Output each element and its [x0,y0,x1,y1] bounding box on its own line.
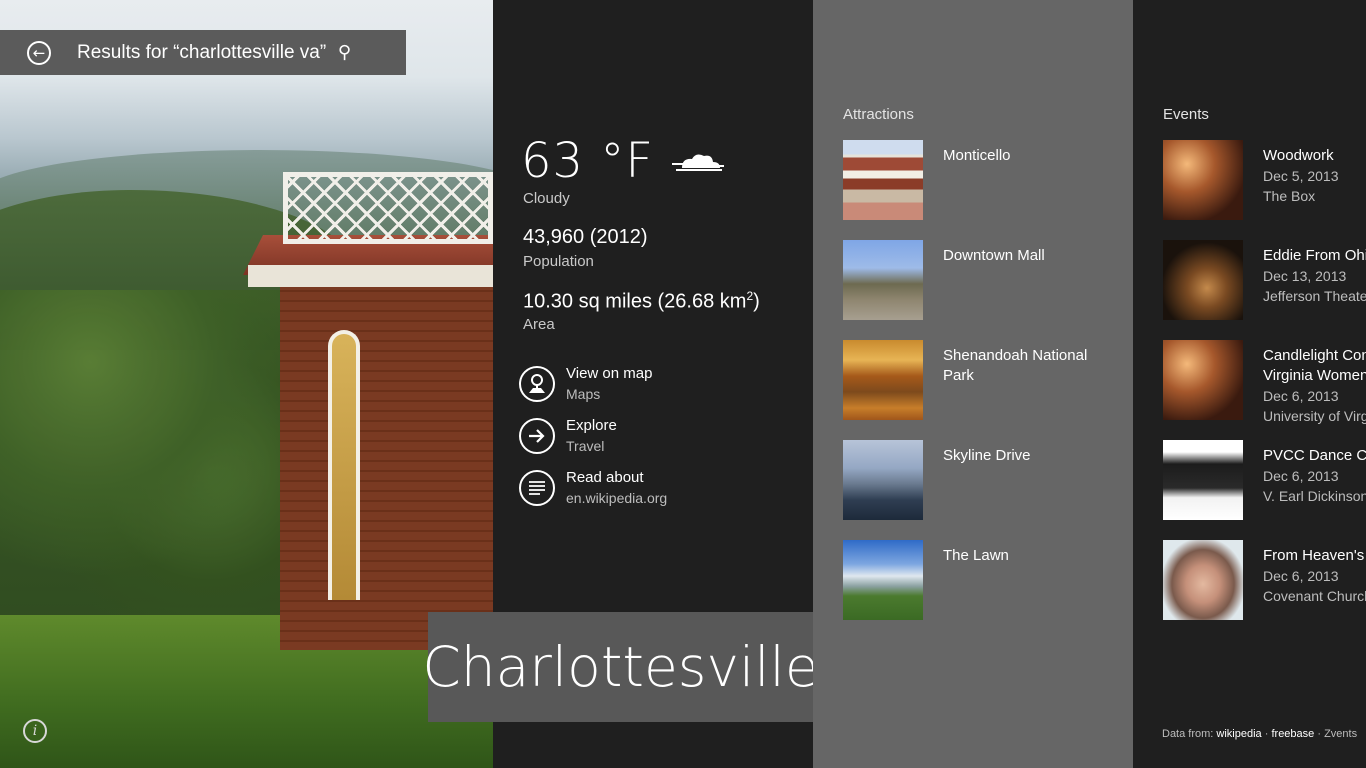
explore-subtitle: Travel [566,438,605,454]
event-date: Dec 13, 2013 [1263,268,1347,284]
attraction-name: The Lawn [943,547,1009,564]
downtown-mall-thumbnail [843,240,923,320]
event-venue: Covenant Church [1263,588,1366,604]
event-date: Dec 5, 2013 [1263,168,1339,184]
weather-condition: Cloudy [523,190,570,207]
city-name: Charlottesville [422,612,819,722]
population-label: Population [523,253,594,270]
event-thumbnail [1163,540,1243,620]
arched-window [328,330,360,600]
attraction-item-monticello[interactable]: Monticello [843,140,1133,222]
zvents-link[interactable]: Zvents [1324,728,1357,740]
monticello-thumbnail [843,140,923,220]
document-lines-icon [519,470,555,506]
area-label: Area [523,316,555,333]
view-on-map-subtitle: Maps [566,386,601,402]
wikipedia-link[interactable]: wikipedia [1216,728,1261,740]
view-on-map-button[interactable]: View on map Maps [519,364,652,404]
data-source-footer: Data from: wikipedia · freebase · Zvents [1162,728,1357,740]
footer-separator: · [1317,728,1322,740]
event-venue: University of Virginia [1263,408,1366,424]
population-value: 43,960 (2012) [523,226,648,248]
back-arrow-icon[interactable]: ← [27,40,51,65]
event-title: Eddie From Ohio [1263,247,1366,264]
hero-image [0,0,493,768]
event-date: Dec 6, 2013 [1263,568,1339,584]
attraction-item-downtown-mall[interactable]: Downtown Mall [843,240,1133,322]
temperature: 63 °F [521,133,654,189]
event-venue: The Box [1263,188,1316,204]
read-about-subtitle: en.wikipedia.org [566,490,668,506]
explore-title: Explore [566,417,617,434]
event-title: PVCC Dance Concert [1263,447,1366,464]
event-date: Dec 6, 2013 [1263,388,1339,404]
event-title: Candlelight Concert [1263,347,1366,364]
area-value-text: 10.30 sq miles (26.68 km [523,290,747,313]
footer-separator: · [1264,728,1269,740]
attraction-item-skyline-drive[interactable]: Skyline Drive [843,440,1133,522]
attraction-name: Monticello [943,147,1011,164]
event-venue: V. Earl Dickinson [1263,488,1366,504]
event-item[interactable]: Eddie From Ohio Dec 13, 2013 Jefferson T… [1163,240,1366,322]
event-title: From Heaven's T [1263,547,1366,564]
chinese-railing [283,172,493,244]
skyline-drive-thumbnail [843,440,923,520]
event-thumbnail [1163,240,1243,320]
event-item[interactable]: Candlelight Concert Virginia Women Dec 6… [1163,340,1366,424]
event-title: Woodwork [1263,147,1334,164]
attractions-section: Attractions Monticello Downtown Mall She… [813,0,1133,768]
map-pin-icon [519,366,555,402]
the-lawn-thumbnail [843,540,923,620]
search-results-bar: ← Results for “charlottesville va” ⚲ [0,30,406,75]
cloud-icon [672,154,724,171]
events-section: Events Woodwork Dec 5, 2013 The Box Eddi… [1133,0,1366,768]
attraction-item-shenandoah[interactable]: Shenandoah National Park [843,340,1133,422]
event-item[interactable]: Woodwork Dec 5, 2013 The Box [1163,140,1366,222]
footer-prefix: Data from: [1162,728,1214,740]
attractions-heading: Attractions [843,106,914,123]
trees [0,290,300,650]
arrow-right-icon [519,418,555,454]
info-icon[interactable]: i [23,719,47,743]
attraction-name: Skyline Drive [943,447,1031,464]
shenandoah-thumbnail [843,340,923,420]
search-icon[interactable]: ⚲ [338,42,351,63]
read-about-title: Read about [566,469,644,486]
event-thumbnail [1163,140,1243,220]
view-on-map-title: View on map [566,365,653,382]
freebase-link[interactable]: freebase [1271,728,1314,740]
event-item[interactable]: PVCC Dance Concert Dec 6, 2013 V. Earl D… [1163,440,1366,522]
attraction-name: Downtown Mall [943,247,1045,264]
area-value: 10.30 sq miles (26.68 km2) [523,289,760,314]
attraction-item-the-lawn[interactable]: The Lawn [843,540,1133,622]
search-query-label: Results for “charlottesville va” [77,41,327,63]
explore-button[interactable]: Explore Travel [519,416,617,456]
read-about-button[interactable]: Read about en.wikipedia.org [519,468,667,508]
brick-building [280,250,493,650]
attraction-name: Shenandoah National Park [943,347,1088,384]
events-heading: Events [1163,106,1209,123]
event-venue: Jefferson Theater [1263,288,1366,304]
event-item[interactable]: From Heaven's T Dec 6, 2013 Covenant Chu… [1163,540,1366,622]
building-cornice [248,265,493,287]
event-title-line2: Virginia Women [1263,367,1366,384]
event-thumbnail [1163,440,1243,520]
area-close-paren: ) [753,290,760,313]
event-thumbnail [1163,340,1243,420]
event-date: Dec 6, 2013 [1263,468,1339,484]
